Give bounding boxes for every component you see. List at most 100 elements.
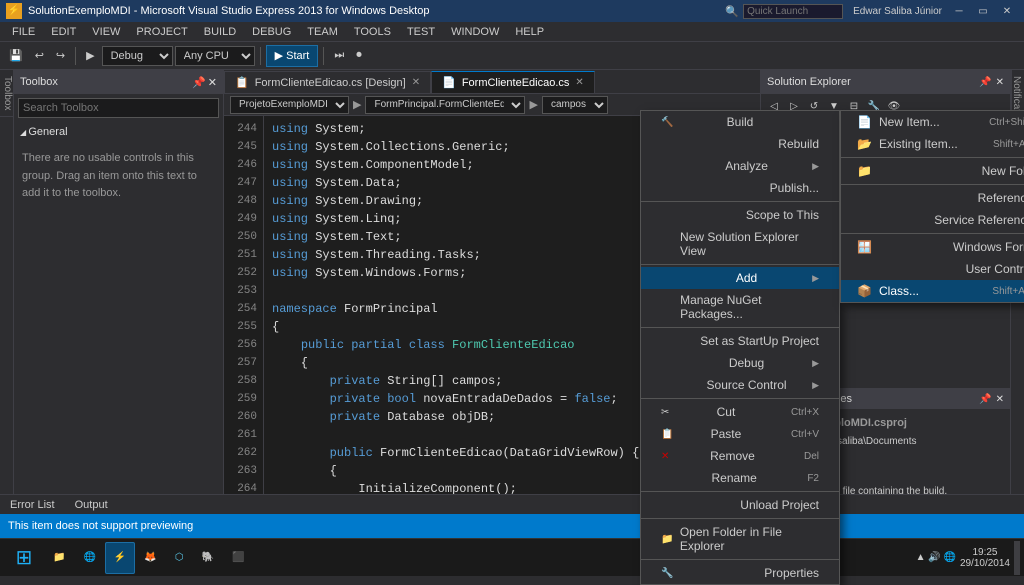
menu-file[interactable]: FILE <box>4 22 43 42</box>
menu-project[interactable]: PROJECT <box>128 22 195 42</box>
toolbox-content: There are no usable controls in this gro… <box>14 142 223 211</box>
se-close-icon[interactable]: ✕ <box>996 77 1004 88</box>
ctx-properties[interactable]: 🔧 Properties <box>641 562 839 584</box>
minimize-button[interactable]: ─ <box>948 3 970 19</box>
debug-config-select[interactable]: Debug Release <box>102 46 173 66</box>
system-time[interactable]: 19:25 29/10/2014 <box>960 547 1010 569</box>
file-explorer-icon: 📁 <box>53 552 65 563</box>
show-desktop-btn[interactable] <box>1014 541 1020 575</box>
toolbox-pin-icon[interactable]: 📌 <box>192 76 206 89</box>
ctx-publish[interactable]: Publish... <box>641 177 839 199</box>
ctx-newsol[interactable]: New Solution Explorer View <box>641 226 839 262</box>
tab-code[interactable]: 📄 FormClienteEdicao.cs ✕ <box>431 71 595 93</box>
sub-newfolder[interactable]: 📁 New Folder <box>841 160 1024 182</box>
ctx-sep-5 <box>641 491 839 492</box>
ctx-rebuild-label: Rebuild <box>778 137 819 151</box>
sub-winform[interactable]: 🪟 Windows Form... <box>841 236 1024 258</box>
se-pin-icon[interactable]: 📌 <box>979 77 991 88</box>
sub-newitem-shortcut: Ctrl+Shift+A <box>989 117 1024 128</box>
restore-button[interactable]: ▭ <box>972 3 994 19</box>
sub-userctrl[interactable]: User Control... <box>841 258 1024 280</box>
toolbox-section-general[interactable]: General <box>14 122 223 142</box>
title-bar: ⚡ SolutionExemploMDI - Microsoft Visual … <box>0 0 1024 22</box>
toolbox-title: Toolbox <box>20 76 192 88</box>
menu-help[interactable]: HELP <box>507 22 552 42</box>
output-tab[interactable]: Output <box>65 497 118 513</box>
menu-edit[interactable]: EDIT <box>43 22 84 42</box>
ctx-debug[interactable]: Debug <box>641 352 839 374</box>
sub-winform-icon: 🪟 <box>857 240 875 254</box>
user-name: Edwar Saliba Júnior <box>853 6 942 17</box>
ctx-source[interactable]: Source Control <box>641 374 839 396</box>
error-list-tab[interactable]: Error List <box>0 497 65 513</box>
ctx-nuget[interactable]: Manage NuGet Packages... <box>641 289 839 325</box>
ctx-rename[interactable]: Rename F2 <box>641 467 839 489</box>
taskbar-ie[interactable]: 🌐 <box>74 542 104 574</box>
ctx-sep-1 <box>641 201 839 202</box>
taskbar: ⊞ 📁 🌐 ⚡ 🦊 ⬡ 🐘 ⬛ ▲ 🔊 🌐 19:25 29/10/2014 <box>0 538 1024 576</box>
taskbar-extra3[interactable]: ⬛ <box>223 542 253 574</box>
sub-existing[interactable]: 📂 Existing Item... Shift+Alt+A <box>841 133 1024 155</box>
menu-tools[interactable]: TOOLS <box>346 22 399 42</box>
class-dropdown[interactable]: FormPrincipal.FormClienteEdicao <box>365 96 525 114</box>
ctx-scope[interactable]: Scope to This <box>641 204 839 226</box>
taskbar-firefox[interactable]: 🦊 <box>135 542 165 574</box>
close-button[interactable]: ✕ <box>996 3 1018 19</box>
ctx-remove[interactable]: ✕ Remove Del <box>641 445 839 467</box>
date-display: 29/10/2014 <box>960 558 1010 569</box>
tab-code-close[interactable]: ✕ <box>575 77 583 88</box>
quick-launch-input[interactable] <box>743 4 843 19</box>
ctx-analyze[interactable]: Analyze <box>641 155 839 177</box>
sub-ref-label: Reference... <box>978 191 1024 205</box>
ctx-unload[interactable]: Unload Project <box>641 494 839 516</box>
windows-start-button[interactable]: ⊞ <box>4 541 44 575</box>
pp-pin-icon[interactable]: 📌 <box>979 394 991 405</box>
menu-window[interactable]: WINDOW <box>443 22 507 42</box>
ctx-cut[interactable]: ✂ Cut Ctrl+X <box>641 401 839 423</box>
sub-class[interactable]: 📦 Class... Shift+Alt+C <box>841 280 1024 302</box>
taskbar-extra2[interactable]: 🐘 <box>193 542 223 574</box>
tab-design[interactable]: 📋 FormClienteEdicao.cs [Design] ✕ <box>224 71 431 93</box>
taskbar-vs[interactable]: ⚡ <box>105 542 135 574</box>
save-button[interactable]: 💾 <box>4 45 28 67</box>
toolbox-close-icon[interactable]: ✕ <box>208 76 217 89</box>
menu-view[interactable]: VIEW <box>84 22 128 42</box>
ctx-paste[interactable]: 📋 Paste Ctrl+V <box>641 423 839 445</box>
ctx-startup[interactable]: Set as StartUp Project <box>641 330 839 352</box>
sub-reference[interactable]: Reference... <box>841 187 1024 209</box>
ctx-rebuild[interactable]: Rebuild <box>641 133 839 155</box>
window-buttons: ─ ▭ ✕ <box>948 3 1018 19</box>
undo-button[interactable]: ↩ <box>30 45 49 67</box>
project-dropdown[interactable]: ProjetoExemploMDI <box>230 96 349 114</box>
debug-config-btn[interactable]: ▶ <box>81 45 99 67</box>
redo-button[interactable]: ↪ <box>51 45 70 67</box>
menu-build[interactable]: BUILD <box>196 22 244 42</box>
ctx-folder-label: Open Folder in File Explorer <box>680 525 819 553</box>
ctx-folder[interactable]: 📁 Open Folder in File Explorer <box>641 521 839 557</box>
toolbox-tab[interactable]: Toolbox <box>0 70 13 117</box>
toolbox-search-input[interactable] <box>18 98 219 118</box>
sub-newitem[interactable]: 📄 New Item... Ctrl+Shift+A <box>841 111 1024 133</box>
sys-tray-icons: ▲ 🔊 🌐 <box>916 552 956 563</box>
breakpoint-button[interactable]: ⏺ <box>351 45 367 67</box>
step-over-button[interactable]: ⏭ <box>329 45 349 67</box>
pp-close-icon[interactable]: ✕ <box>996 394 1004 405</box>
sub-class-label: Class... <box>879 284 992 298</box>
menu-team[interactable]: TEAM <box>299 22 346 42</box>
tab-design-close[interactable]: ✕ <box>412 77 420 88</box>
bottom-tabs: Error List Output <box>0 494 1024 514</box>
ctx-build[interactable]: 🔨 Build <box>641 111 839 133</box>
menu-debug[interactable]: DEBUG <box>244 22 299 42</box>
sub-svcref[interactable]: Service Reference... <box>841 209 1024 231</box>
ctx-add[interactable]: Add <box>641 267 839 289</box>
cpu-target-select[interactable]: Any CPU x86 x64 <box>175 46 255 66</box>
member-dropdown[interactable]: campos <box>542 96 608 114</box>
sub-newitem-icon: 📄 <box>857 115 875 129</box>
quick-launch-area: 🔍 <box>725 4 843 19</box>
taskbar-file-explorer[interactable]: 📁 <box>44 542 74 574</box>
extra2-icon: 🐘 <box>202 552 214 563</box>
start-button[interactable]: ▶ Start <box>266 45 319 67</box>
menu-test[interactable]: TEST <box>399 22 443 42</box>
taskbar-extra1[interactable]: ⬡ <box>166 542 193 574</box>
sub-sep-2 <box>841 184 1024 185</box>
